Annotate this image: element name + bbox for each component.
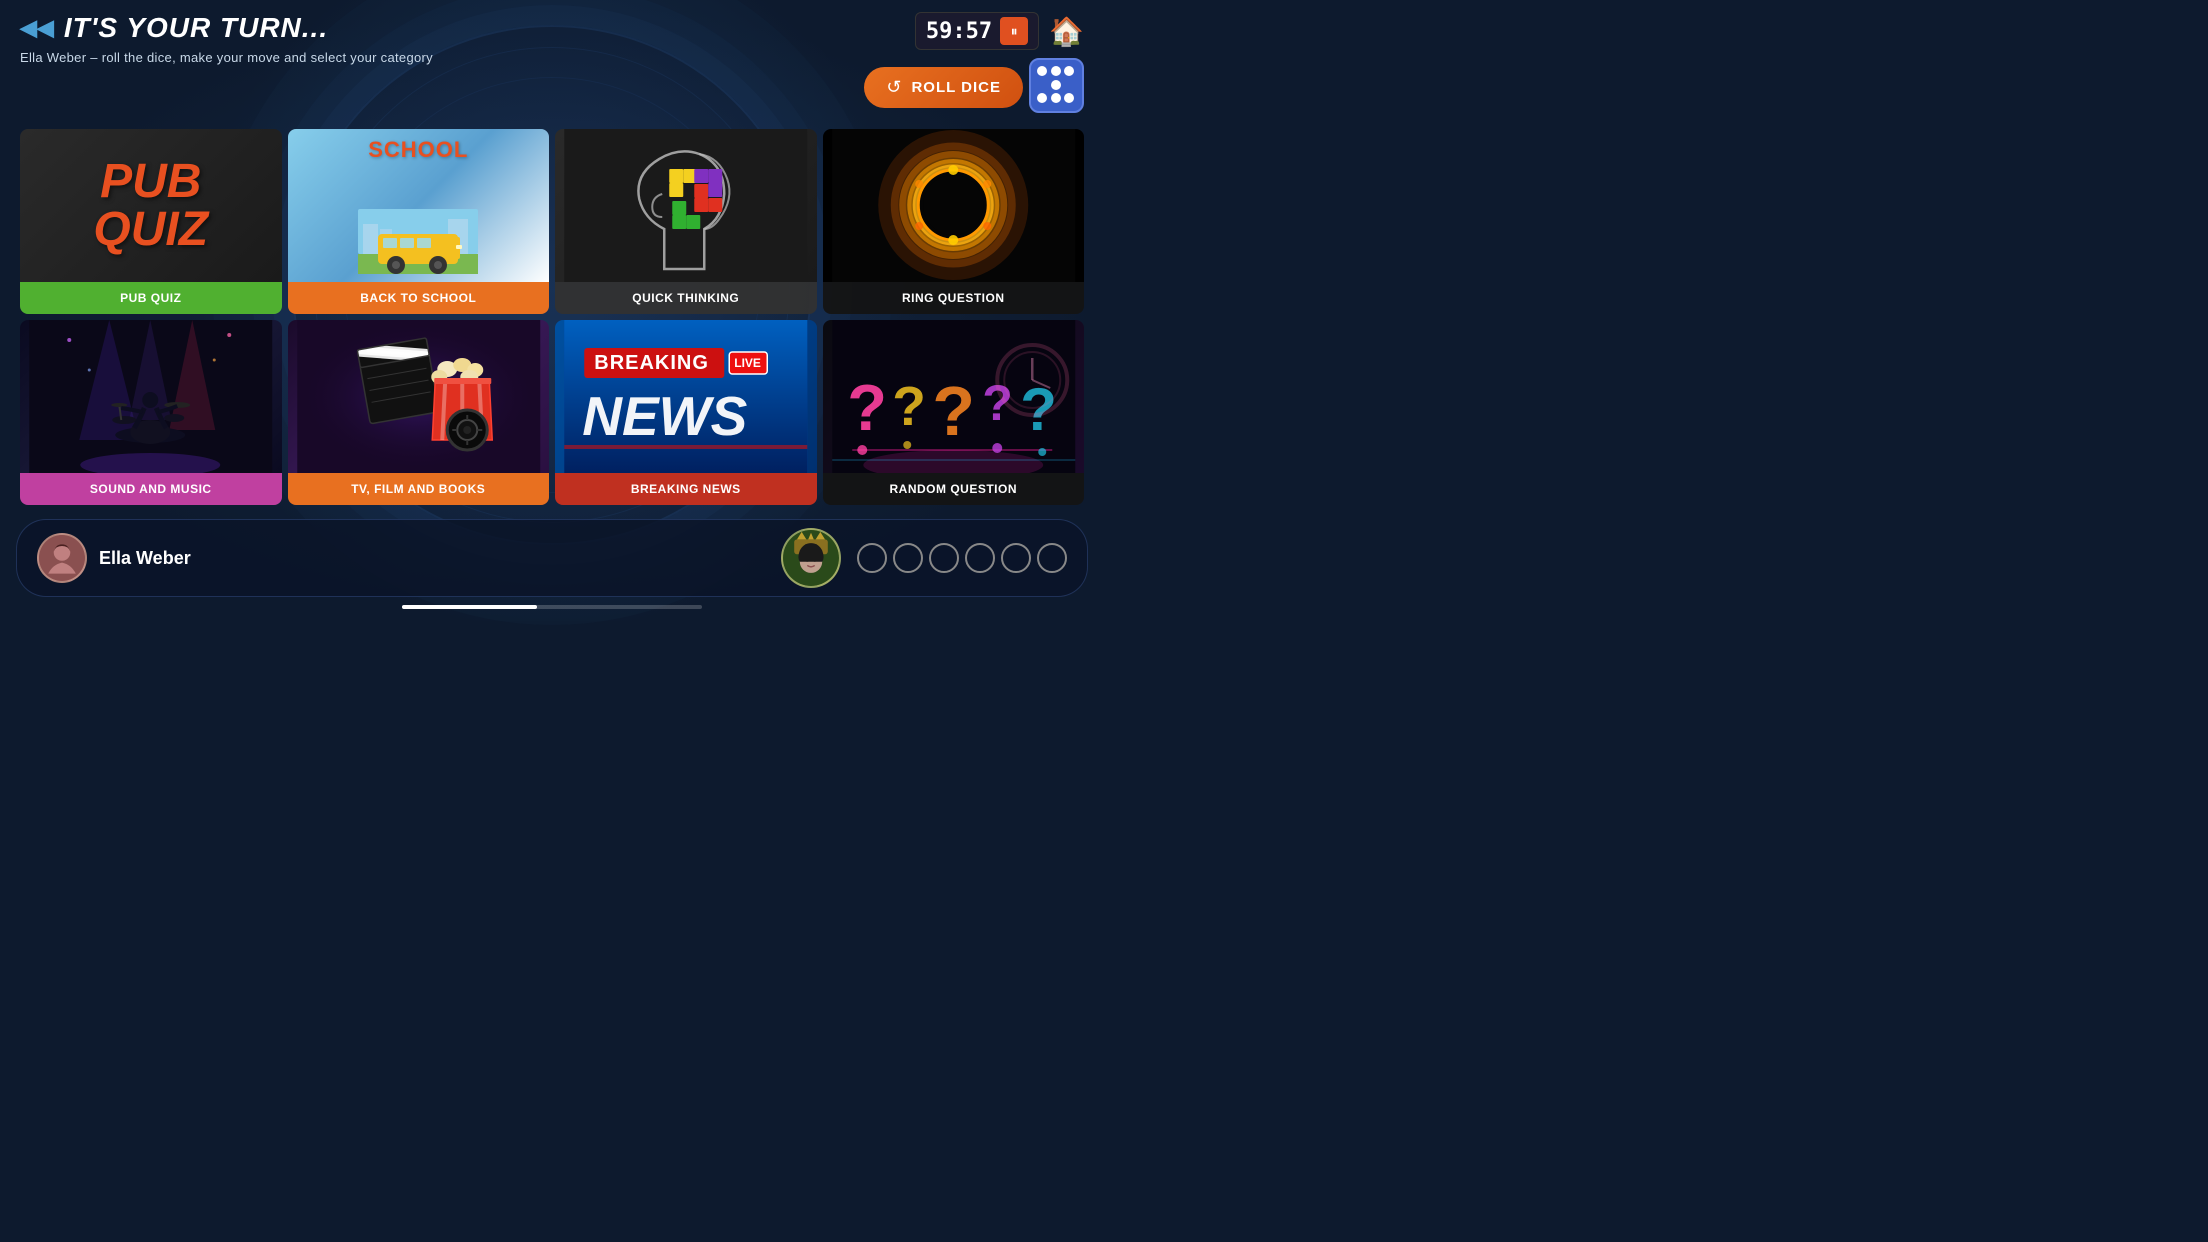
svg-text:NEWS: NEWS <box>582 385 747 447</box>
dice-dot-7 <box>1064 93 1074 103</box>
pause-icon: ⏸ <box>1011 23 1018 40</box>
pub-quiz-text: PUB QUIZ <box>93 158 208 254</box>
dice-dot-3 <box>1064 66 1074 76</box>
header: ◀◀ IT'S YOUR TURN... Ella Weber – roll t… <box>0 0 1104 113</box>
random-question-label: RANDOM QUESTION <box>823 473 1085 505</box>
dice-dot-5 <box>1037 93 1047 103</box>
svg-text:?: ? <box>847 371 887 444</box>
dice-dot-4 <box>1051 80 1061 90</box>
progress-bar-container <box>402 605 702 609</box>
category-breaking-news[interactable]: BREAKING LIVE NEWS BREAKING NEWS <box>555 320 817 505</box>
dice-visual <box>1029 58 1084 113</box>
score-circle-1 <box>857 543 887 573</box>
player-right <box>781 528 1067 588</box>
pub-text: PUB <box>93 158 208 206</box>
category-back-to-school[interactable]: SCHOOL <box>288 129 550 314</box>
school-title-text: SCHOOL <box>368 137 468 163</box>
dice-dot-2 <box>1051 66 1061 76</box>
player-name: Ella Weber <box>99 548 191 569</box>
pub-quiz-label: PUB QUIZ <box>20 282 282 314</box>
tv-film-label: TV, FILM AND BOOKS <box>288 473 550 505</box>
ring-question-label: RING QUESTION <box>823 282 1085 314</box>
timer-display: 59:57 <box>926 19 992 44</box>
roll-dice-label: ROLL DICE <box>911 79 1001 96</box>
roll-dice-button[interactable]: ↺ ROLL DICE <box>864 67 1023 108</box>
random-question-image: ? ? ? ? ? <box>823 320 1085 473</box>
svg-text:?: ? <box>932 372 975 450</box>
tv-film-image <box>288 320 550 473</box>
back-to-school-image: SCHOOL <box>288 129 550 282</box>
school-content: SCHOOL <box>288 129 550 282</box>
svg-text:?: ? <box>892 375 926 437</box>
header-left: ◀◀ IT'S YOUR TURN... Ella Weber – roll t… <box>20 12 433 65</box>
progress-bar-fill <box>402 605 537 609</box>
turn-title-row: ◀◀ IT'S YOUR TURN... <box>20 12 433 44</box>
category-sound-music[interactable]: SOUND AND MUSIC <box>20 320 282 505</box>
pub-quiz-image: PUB QUIZ <box>20 129 282 282</box>
category-tv-film[interactable]: TV, FILM AND BOOKS <box>288 320 550 505</box>
back-arrows-icon: ◀◀ <box>20 15 54 41</box>
score-circle-4 <box>965 543 995 573</box>
sound-music-svg <box>20 320 282 473</box>
category-quick-thinking[interactable]: QUICK THINKING <box>555 129 817 314</box>
timer-box: 59:57 ⏸ <box>915 12 1039 50</box>
sound-music-image <box>20 320 282 473</box>
quiz-text: QUIZ <box>93 206 208 254</box>
school-bus-svg <box>358 209 478 274</box>
subtitle: Ella Weber – roll the dice, make your mo… <box>20 50 433 65</box>
sound-music-label: SOUND AND MUSIC <box>20 473 282 505</box>
player-avatar-2-svg <box>783 528 839 588</box>
dice-dot-empty-1 <box>1037 80 1049 92</box>
svg-text:LIVE: LIVE <box>734 356 761 370</box>
random-question-svg: ? ? ? ? ? <box>823 320 1085 473</box>
category-grid: PUB QUIZ PUB QUIZ SCHOOL <box>0 119 1104 515</box>
score-circle-6 <box>1037 543 1067 573</box>
breaking-news-svg: BREAKING LIVE NEWS <box>555 320 817 473</box>
player-avatar <box>37 533 87 583</box>
score-circles <box>857 543 1067 573</box>
quick-thinking-svg <box>555 129 817 282</box>
dice-dot-6 <box>1051 93 1061 103</box>
category-pub-quiz[interactable]: PUB QUIZ PUB QUIZ <box>20 129 282 314</box>
tv-film-svg <box>288 320 550 473</box>
player-avatar-svg <box>39 533 85 583</box>
category-ring-question[interactable]: RING QUESTION <box>823 129 1085 314</box>
dice-dot-1 <box>1037 66 1047 76</box>
pause-button[interactable]: ⏸ <box>1000 17 1028 45</box>
back-to-school-label: BACK TO SCHOOL <box>288 282 550 314</box>
roll-icon: ↺ <box>886 77 901 98</box>
score-circle-5 <box>1001 543 1031 573</box>
turn-title: IT'S YOUR TURN... <box>64 12 328 44</box>
quick-thinking-image <box>555 129 817 282</box>
quick-thinking-label: QUICK THINKING <box>555 282 817 314</box>
score-circle-3 <box>929 543 959 573</box>
ring-question-svg <box>823 129 1085 282</box>
home-button[interactable]: 🏠 <box>1049 15 1084 48</box>
score-circle-2 <box>893 543 923 573</box>
header-right: 59:57 ⏸ 🏠 ↺ ROLL DICE <box>864 12 1084 113</box>
ring-question-image <box>823 129 1085 282</box>
category-random-question[interactable]: ? ? ? ? ? RANDOM QUESTION <box>823 320 1085 505</box>
player-info: Ella Weber <box>37 533 191 583</box>
svg-text:BREAKING: BREAKING <box>594 352 709 374</box>
home-icon: 🏠 <box>1049 16 1084 47</box>
breaking-news-label: BREAKING NEWS <box>555 473 817 505</box>
player-bar: Ella Weber <box>16 519 1088 597</box>
player-avatar-2 <box>781 528 841 588</box>
dice-dot-empty-2 <box>1064 80 1076 92</box>
breaking-news-image: BREAKING LIVE NEWS <box>555 320 817 473</box>
